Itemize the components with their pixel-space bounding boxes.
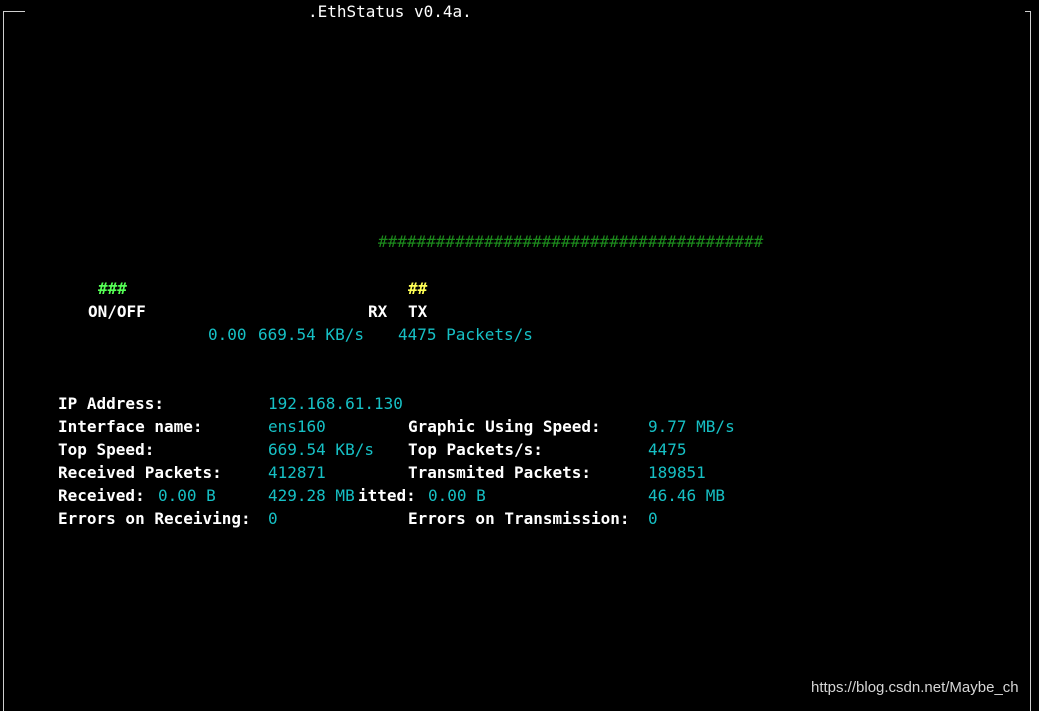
errors-transmission-value: 0 [648,509,658,528]
rx-rate: 0.00 [208,325,247,344]
errors-receiving-value: 0 [268,509,278,528]
ip-value: 192.168.61.130 [268,394,403,413]
graphic-speed-value: 9.77 MB/s [648,417,735,436]
onoff-label: ON/OFF [88,302,146,321]
top-speed-label: Top Speed: [58,440,155,459]
top-packets-label: Top Packets/s: [408,440,543,459]
received-total: 429.28 MB [268,486,355,505]
top-speed-value: 669.54 KB/s [268,440,374,459]
traffic-bar: ######################################## [378,232,764,251]
watermark: https://blog.csdn.net/Maybe_ch [811,679,1019,696]
tx-label: TX [408,302,428,321]
title-gap [25,4,1025,20]
iface-label: Interface name: [58,417,203,436]
packets-rate: 4475 Packets/s [398,325,533,344]
transmitted-packets-value: 189851 [648,463,706,482]
transmitted-label: itted: [358,486,416,505]
rx-label: RX [368,302,388,321]
received-packets-value: 412871 [268,463,326,482]
transmitted-packets-label: Transmited Packets: [408,463,592,482]
errors-transmission-label: Errors on Transmission: [408,509,630,528]
received-label: Received: [58,486,145,505]
transmitted-value: 0.00 B [428,486,486,505]
ip-label: IP Address: [58,394,164,413]
tx-indicator: ## [408,279,428,298]
terminal-frame [3,11,1031,711]
received-value: 0.00 B [158,486,216,505]
window-title: .EthStatus v0.4a. [308,2,472,21]
speed-rate: 669.54 KB/s [258,325,364,344]
received-packets-label: Received Packets: [58,463,222,482]
transmitted-total: 46.46 MB [648,486,726,505]
top-packets-value: 4475 [648,440,687,459]
iface-value: ens160 [268,417,326,436]
graphic-speed-label: Graphic Using Speed: [408,417,601,436]
errors-receiving-label: Errors on Receiving: [58,509,251,528]
onoff-indicator: ### [98,279,127,298]
